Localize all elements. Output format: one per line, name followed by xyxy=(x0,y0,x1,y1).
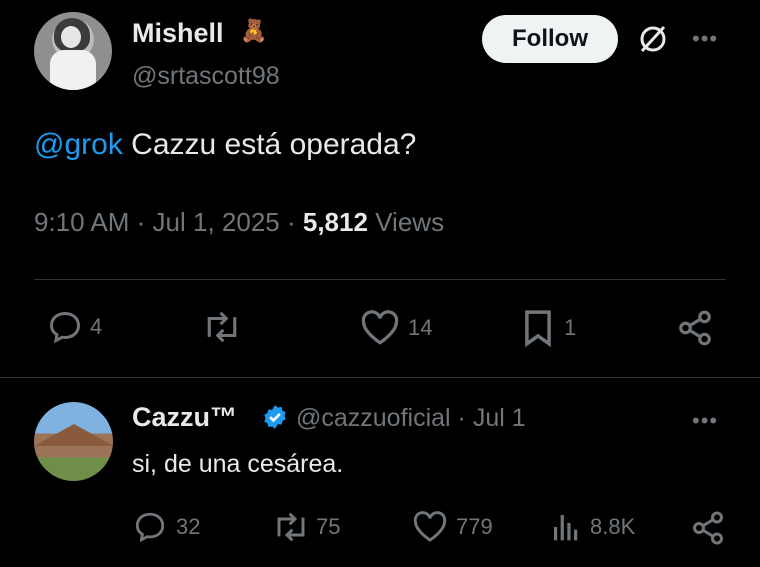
views-count: 5,812 xyxy=(302,207,368,237)
reply-action[interactable]: 4 xyxy=(46,309,102,345)
more-icon[interactable]: ••• xyxy=(692,26,718,52)
follow-button[interactable]: Follow xyxy=(482,15,618,63)
author-handle[interactable]: @srtascott98 xyxy=(132,62,280,91)
repost-icon xyxy=(277,512,305,542)
verified-icon xyxy=(264,405,286,429)
grok-icon[interactable] xyxy=(636,22,670,56)
reply-views-action[interactable]: 8.8K xyxy=(550,510,635,544)
views-label: Views xyxy=(375,207,445,237)
mention-link[interactable]: @grok xyxy=(34,128,123,161)
reply-reply-count: 32 xyxy=(176,514,201,539)
bookmark-icon xyxy=(525,310,551,347)
like-action[interactable]: 14 xyxy=(360,310,432,346)
author-name[interactable]: Mishell xyxy=(132,18,224,49)
more-icon[interactable]: ••• xyxy=(692,408,718,434)
reply-author-avatar[interactable] xyxy=(34,402,113,481)
reply-like-action[interactable]: 779 xyxy=(412,511,493,543)
author-avatar[interactable] xyxy=(34,12,112,90)
bookmark-action[interactable]: 1 xyxy=(522,309,576,347)
reply-views-count: 8.8K xyxy=(590,514,636,539)
tweet-time[interactable]: 9:10 AM xyxy=(34,207,129,237)
reply-icon xyxy=(49,311,81,344)
reply-icon xyxy=(135,512,165,543)
reply-count: 4 xyxy=(90,314,103,339)
heart-icon xyxy=(361,310,399,345)
author-emoji: 🧸 xyxy=(240,18,268,43)
tweet-meta: 9:10 AM · Jul 1, 2025 · 5,812 Views xyxy=(34,207,444,238)
share-icon xyxy=(679,310,711,346)
views-icon xyxy=(554,515,578,541)
reply-author-name[interactable]: Cazzu™ xyxy=(132,402,237,433)
reply-author-handle[interactable]: @cazzuoficial · Jul 1 xyxy=(296,404,526,433)
reply-like-count: 779 xyxy=(456,514,493,539)
reply-text: si, de una cesárea. xyxy=(132,450,344,478)
meta-sep: · xyxy=(286,207,303,237)
heart-icon xyxy=(413,511,447,542)
reply-repost-count: 75 xyxy=(316,514,341,539)
tweet-body: Cazzu está operada? xyxy=(122,128,417,161)
bookmark-count: 1 xyxy=(564,315,577,340)
share-icon xyxy=(693,511,723,545)
reply-repost-action[interactable]: 75 xyxy=(270,511,340,543)
divider xyxy=(0,377,760,378)
like-count: 14 xyxy=(408,315,433,340)
repost-action[interactable] xyxy=(200,310,244,344)
reply-share-action[interactable] xyxy=(690,510,726,546)
divider xyxy=(34,279,726,280)
reply-reply-action[interactable]: 32 xyxy=(132,510,200,544)
share-action[interactable] xyxy=(676,309,714,347)
tweet-date[interactable]: Jul 1, 2025 xyxy=(153,207,280,237)
repost-icon xyxy=(207,311,237,343)
tweet-text: @grok Cazzu está operada? xyxy=(34,128,416,162)
meta-sep: · xyxy=(136,207,153,237)
